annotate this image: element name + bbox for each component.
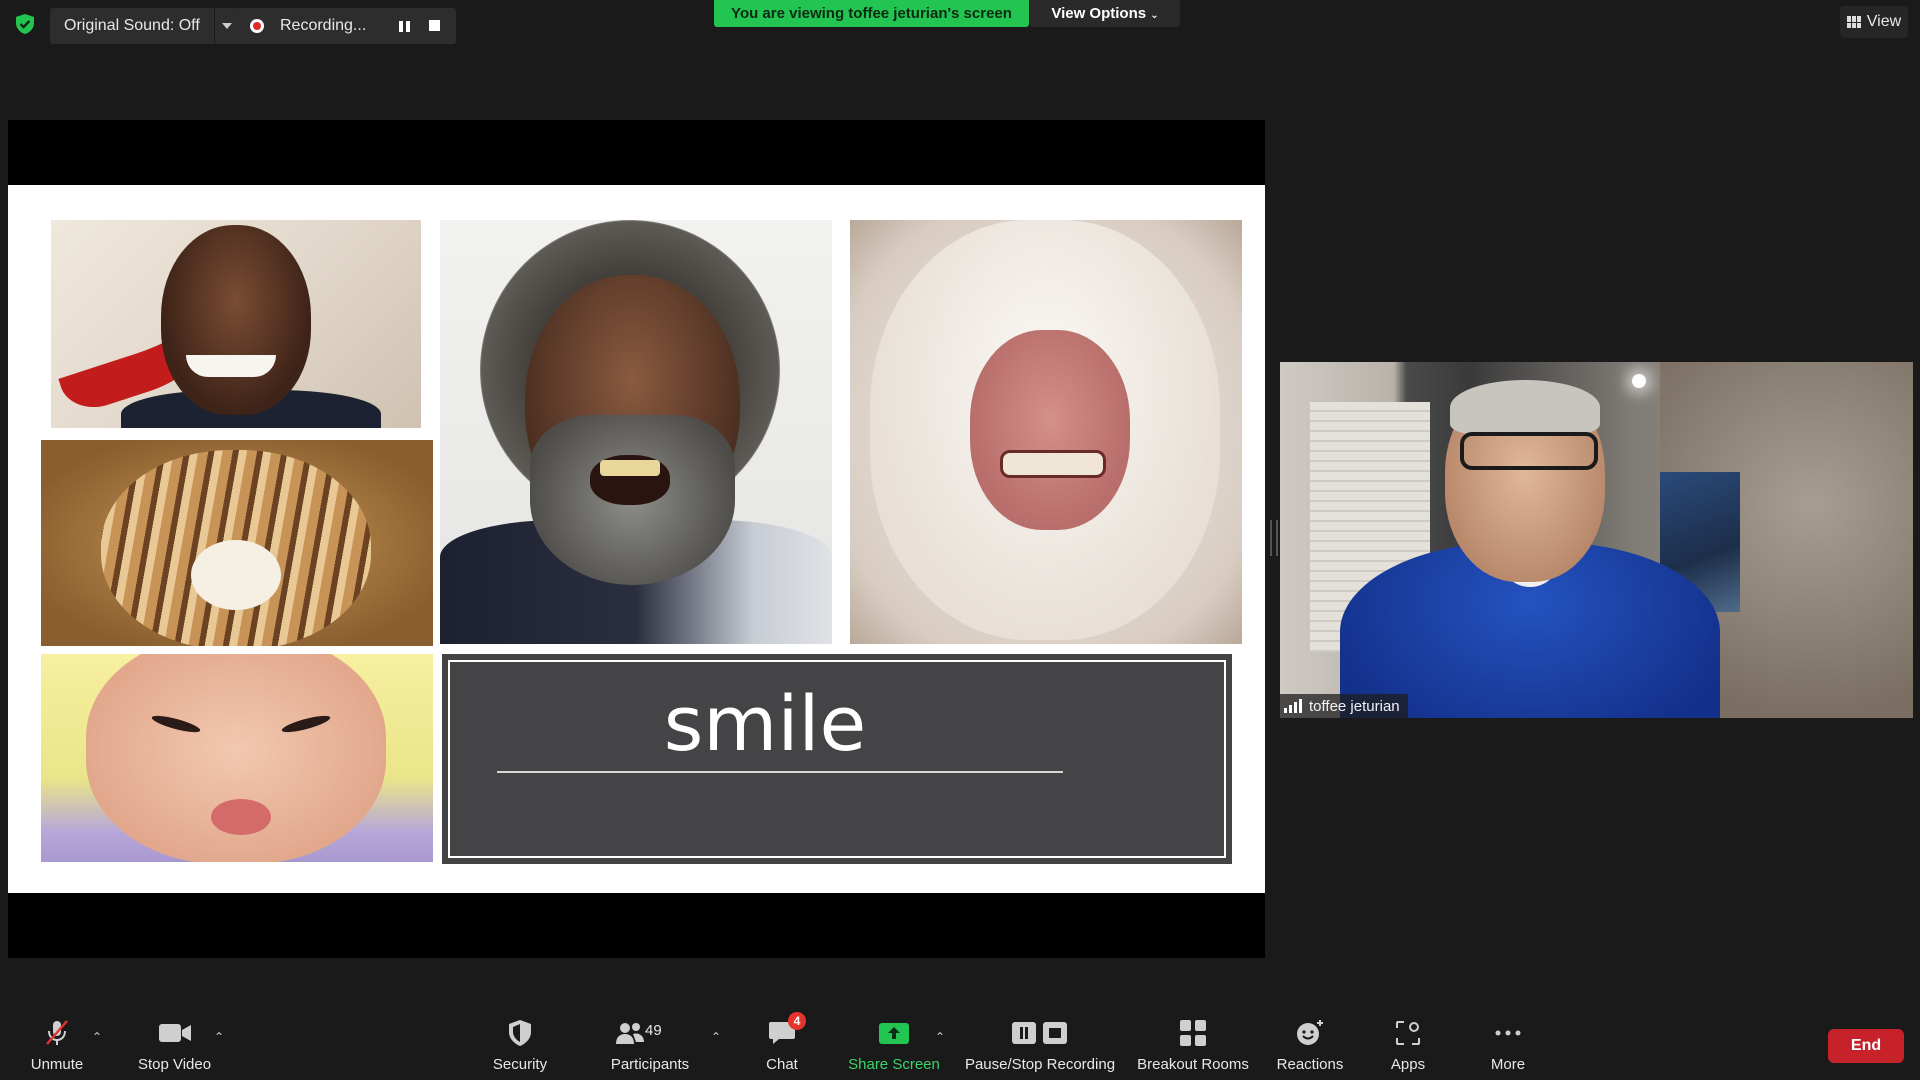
chat-bubble-icon: 4 bbox=[768, 1012, 806, 1048]
recording-indicator: Recording... bbox=[236, 8, 456, 44]
security-label: Security bbox=[492, 1056, 548, 1073]
more-label: More bbox=[1490, 1056, 1526, 1073]
chevron-down-icon: ⌄ bbox=[1150, 10, 1159, 21]
gallery-grid-icon bbox=[1846, 16, 1861, 28]
participant-nameplate: toffee jeturian bbox=[1280, 694, 1408, 718]
share-options-caret-icon[interactable]: ⌃ bbox=[935, 1030, 945, 1044]
stop-recording-icon[interactable] bbox=[429, 20, 440, 31]
view-options-label: View Options bbox=[1051, 5, 1147, 22]
encryption-shield-icon[interactable] bbox=[14, 13, 36, 35]
top-bar: Original Sound: Off Recording... You are… bbox=[0, 0, 1920, 50]
apps-button[interactable]: Apps bbox=[1378, 1000, 1438, 1080]
more-button[interactable]: More bbox=[1478, 1000, 1538, 1080]
participant-video[interactable] bbox=[1280, 362, 1913, 718]
security-button[interactable]: Security bbox=[480, 1000, 560, 1080]
end-meeting-button[interactable]: End bbox=[1828, 1029, 1904, 1063]
apps-icon bbox=[1395, 1018, 1421, 1048]
pause-stop-icon bbox=[1011, 1018, 1069, 1048]
shared-screen[interactable]: smile bbox=[8, 120, 1265, 958]
stop-video-button[interactable]: Stop Video bbox=[132, 1000, 217, 1080]
smiling-kitten-photo bbox=[41, 440, 433, 646]
presentation-slide: smile bbox=[8, 185, 1265, 893]
breakout-rooms-icon bbox=[1179, 1018, 1207, 1048]
slide-title: smile bbox=[663, 679, 867, 768]
audio-options-caret-icon[interactable]: ⌃ bbox=[92, 1030, 102, 1044]
recording-label: Recording... bbox=[280, 17, 367, 34]
viewing-screen-banner: You are viewing toffee jeturian's screen bbox=[714, 0, 1029, 27]
pause-stop-recording-label: Pause/Stop Recording bbox=[964, 1056, 1116, 1073]
pause-stop-recording-button[interactable]: Pause/Stop Recording bbox=[960, 1000, 1120, 1080]
video-options-caret-icon[interactable]: ⌃ bbox=[214, 1030, 224, 1044]
reactions-label: Reactions bbox=[1276, 1056, 1344, 1073]
caret-down-icon bbox=[221, 23, 232, 29]
title-underline bbox=[497, 771, 1063, 773]
security-shield-icon bbox=[507, 1018, 533, 1048]
slide-title-box: smile bbox=[442, 654, 1232, 864]
reactions-smiley-icon bbox=[1295, 1018, 1325, 1048]
chat-label: Chat bbox=[766, 1056, 798, 1073]
video-camera-icon bbox=[158, 1018, 192, 1048]
recording-dot-icon bbox=[250, 19, 264, 33]
panel-resize-handle[interactable] bbox=[1270, 520, 1278, 556]
breakout-rooms-button[interactable]: Breakout Rooms bbox=[1132, 1000, 1254, 1080]
stop-video-label: Stop Video bbox=[137, 1056, 212, 1073]
unmute-button[interactable]: Unmute bbox=[22, 1000, 92, 1080]
participants-icon: 49 bbox=[615, 1018, 685, 1048]
participant-name: toffee jeturian bbox=[1309, 697, 1400, 715]
original-sound-button[interactable]: Original Sound: Off bbox=[50, 8, 214, 44]
breakout-rooms-label: Breakout Rooms bbox=[1137, 1056, 1249, 1073]
pouting-baby-photo bbox=[41, 654, 433, 862]
smiling-man-photo bbox=[51, 220, 421, 428]
apps-label: Apps bbox=[1390, 1056, 1426, 1073]
participants-label: Participants bbox=[610, 1056, 690, 1073]
pause-recording-icon[interactable] bbox=[396, 18, 412, 34]
view-options-button[interactable]: View Options ⌄ bbox=[1030, 0, 1180, 27]
laughing-bearded-man-photo bbox=[440, 220, 832, 644]
more-dots-icon bbox=[1494, 1018, 1522, 1048]
chat-unread-badge: 4 bbox=[788, 1012, 806, 1030]
muted-microphone-icon bbox=[42, 1018, 72, 1048]
reactions-button[interactable]: Reactions bbox=[1268, 1000, 1352, 1080]
participants-count: 49 bbox=[645, 1022, 662, 1039]
original-sound-control: Original Sound: Off bbox=[50, 8, 239, 44]
chat-button[interactable]: 4 Chat bbox=[752, 1000, 812, 1080]
view-button-label: View bbox=[1866, 13, 1902, 30]
share-screen-label: Share Screen bbox=[848, 1056, 940, 1073]
share-screen-arrow-icon bbox=[878, 1018, 910, 1048]
smiling-gorilla-photo bbox=[850, 220, 1242, 644]
participants-options-caret-icon[interactable]: ⌃ bbox=[711, 1030, 721, 1044]
unmute-label: Unmute bbox=[30, 1056, 84, 1073]
signal-strength-icon bbox=[1284, 699, 1302, 713]
participants-button[interactable]: 49 Participants bbox=[600, 1000, 700, 1080]
meeting-toolbar: Unmute ⌃ Stop Video ⌃ Security 49 Partic… bbox=[0, 1000, 1920, 1080]
share-screen-button[interactable]: Share Screen bbox=[844, 1000, 944, 1080]
view-button[interactable]: View bbox=[1840, 6, 1908, 38]
